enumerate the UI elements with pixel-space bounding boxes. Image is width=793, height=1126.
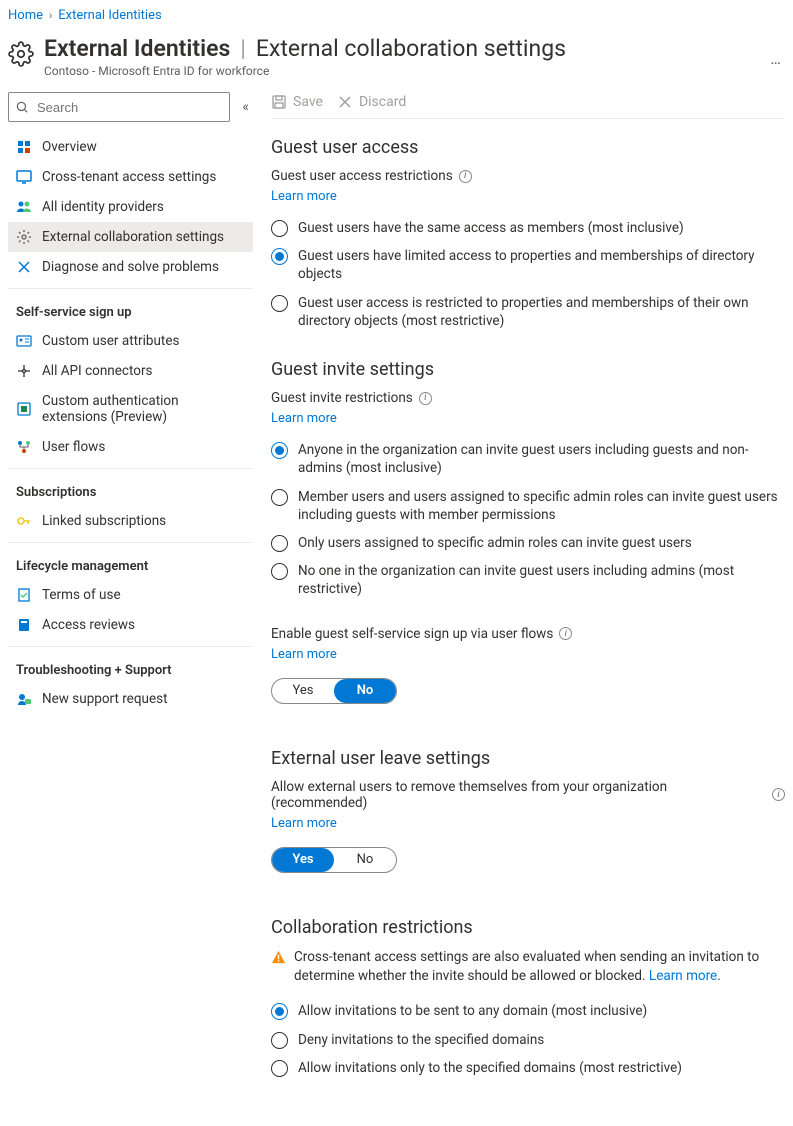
radio-group-guest-access: Guest users have the same access as memb…	[271, 214, 785, 335]
toggle-selfservice[interactable]: Yes No	[271, 678, 397, 704]
sidebar-item-label: Access reviews	[42, 617, 135, 633]
learn-more-guest-invite[interactable]: Learn more	[271, 411, 337, 426]
sidebar-item-label: External collaboration settings	[42, 229, 224, 245]
radio-option[interactable]: Member users and users assigned to speci…	[271, 483, 785, 529]
radio-group-collab: Allow invitations to be sent to any doma…	[271, 997, 785, 1082]
breadcrumb-parent[interactable]: External Identities	[58, 8, 161, 23]
sidebar-item-user-flows[interactable]: User flows	[8, 432, 253, 462]
sidebar-item-label: Terms of use	[42, 587, 121, 603]
radio-option[interactable]: Guest users have limited access to prope…	[271, 242, 785, 288]
sidebar-item-terms[interactable]: Terms of use	[8, 580, 253, 610]
gear-icon	[8, 41, 34, 67]
radio-option[interactable]: Guest user access is restricted to prope…	[271, 289, 785, 335]
check-doc-icon	[16, 587, 32, 603]
info-icon[interactable]: i	[419, 392, 432, 405]
gear-small-icon	[16, 229, 32, 245]
sidebar-item-access-reviews[interactable]: Access reviews	[8, 610, 253, 640]
flow-icon	[16, 439, 32, 455]
support-icon	[16, 691, 32, 707]
toggle-yes[interactable]: Yes	[272, 848, 334, 872]
info-icon[interactable]: i	[772, 788, 785, 801]
sidebar-item-label: Custom user attributes	[42, 333, 179, 349]
field-label-guest-access-restrictions: Guest user access restrictions i	[271, 168, 785, 184]
key-icon	[16, 513, 32, 529]
sidebar-section-selfservice: Self-service sign up	[8, 288, 253, 326]
sidebar-item-new-support[interactable]: New support request	[8, 684, 253, 714]
sidebar-section-support: Troubleshooting + Support	[8, 646, 253, 684]
learn-more-selfservice[interactable]: Learn more	[271, 647, 337, 662]
radio-option[interactable]: Only users assigned to specific admin ro…	[271, 529, 785, 557]
people-icon	[16, 199, 32, 215]
breadcrumb-sep-icon: ›	[49, 9, 52, 22]
sidebar-item-label: Diagnose and solve problems	[42, 259, 219, 275]
radio-option[interactable]: Allow invitations only to the specified …	[271, 1054, 785, 1082]
save-button[interactable]: Save	[271, 94, 323, 110]
learn-more-guest-access[interactable]: Learn more	[271, 189, 337, 204]
connectors-icon	[16, 363, 32, 379]
breadcrumb-home[interactable]: Home	[8, 8, 43, 23]
sidebar-item-overview[interactable]: Overview	[8, 132, 253, 162]
info-icon[interactable]: i	[559, 627, 572, 640]
discard-button[interactable]: Discard	[337, 94, 406, 110]
radio-group-guest-invite: Anyone in the organization can invite gu…	[271, 436, 785, 604]
field-label-selfservice-signup: Enable guest self-service sign up via us…	[271, 626, 785, 642]
page-title: External Identities | External collabora…	[44, 35, 756, 62]
extension-icon	[16, 401, 32, 417]
toggle-no[interactable]: No	[334, 848, 396, 872]
search-input[interactable]	[8, 92, 230, 122]
save-icon	[271, 94, 287, 110]
monitor-icon	[16, 169, 32, 185]
page-subtitle: Contoso - Microsoft Entra ID for workfor…	[44, 64, 756, 78]
wrench-icon	[16, 259, 32, 275]
learn-more-collab-warning[interactable]: Learn more	[649, 968, 717, 984]
sidebar-item-label: Overview	[42, 139, 97, 155]
radio-option[interactable]: Guest users have the same access as memb…	[271, 214, 785, 242]
section-heading-leave: External user leave settings	[271, 748, 785, 769]
sidebar-item-external-collab[interactable]: External collaboration settings	[8, 222, 253, 252]
sidebar-item-diagnose[interactable]: Diagnose and solve problems	[8, 252, 253, 282]
sidebar-item-label: All identity providers	[42, 199, 164, 215]
field-label-guest-invite-restrictions: Guest invite restrictions i	[271, 390, 785, 406]
sidebar-item-identity-providers[interactable]: All identity providers	[8, 192, 253, 222]
search-icon	[15, 100, 29, 114]
radio-option[interactable]: Deny invitations to the specified domain…	[271, 1026, 785, 1054]
overview-icon	[16, 139, 32, 155]
more-actions-button[interactable]: …	[766, 41, 785, 76]
sidebar-item-cross-tenant[interactable]: Cross-tenant access settings	[8, 162, 253, 192]
info-icon[interactable]: i	[459, 170, 472, 183]
section-heading-guest-invite: Guest invite settings	[271, 359, 785, 380]
section-heading-collab: Collaboration restrictions	[271, 917, 785, 938]
breadcrumb: Home › External Identities	[8, 6, 785, 31]
sidebar-section-subscriptions: Subscriptions	[8, 468, 253, 506]
radio-option[interactable]: Anyone in the organization can invite gu…	[271, 436, 785, 482]
radio-option[interactable]: No one in the organization can invite gu…	[271, 557, 785, 603]
sidebar-item-linked-subs[interactable]: Linked subscriptions	[8, 506, 253, 536]
id-card-icon	[16, 333, 32, 349]
sidebar-item-label: Linked subscriptions	[42, 513, 166, 529]
sidebar-item-label: All API connectors	[42, 363, 153, 379]
toggle-allow-leave[interactable]: Yes No	[271, 847, 397, 873]
toggle-yes[interactable]: Yes	[272, 679, 334, 703]
field-label-allow-leave: Allow external users to remove themselve…	[271, 779, 785, 811]
sidebar-item-label: User flows	[42, 439, 105, 455]
toggle-no[interactable]: No	[334, 679, 396, 703]
close-icon	[337, 94, 353, 110]
warning-banner: Cross-tenant access settings are also ev…	[271, 948, 785, 986]
sidebar-section-lifecycle: Lifecycle management	[8, 542, 253, 580]
radio-option[interactable]: Allow invitations to be sent to any doma…	[271, 997, 785, 1025]
learn-more-leave[interactable]: Learn more	[271, 816, 337, 831]
sidebar-item-custom-auth-extensions[interactable]: Custom authentication extensions (Previe…	[8, 386, 253, 432]
sidebar-item-label: New support request	[42, 691, 168, 707]
section-heading-guest-access: Guest user access	[271, 137, 785, 158]
sidebar-item-label: Cross-tenant access settings	[42, 169, 216, 185]
warning-icon	[271, 950, 286, 965]
sidebar-item-custom-attributes[interactable]: Custom user attributes	[8, 326, 253, 356]
book-icon	[16, 617, 32, 633]
sidebar-item-api-connectors[interactable]: All API connectors	[8, 356, 253, 386]
collapse-sidebar-button[interactable]: «	[238, 95, 253, 119]
sidebar-item-label: Custom authentication extensions (Previe…	[42, 393, 245, 425]
